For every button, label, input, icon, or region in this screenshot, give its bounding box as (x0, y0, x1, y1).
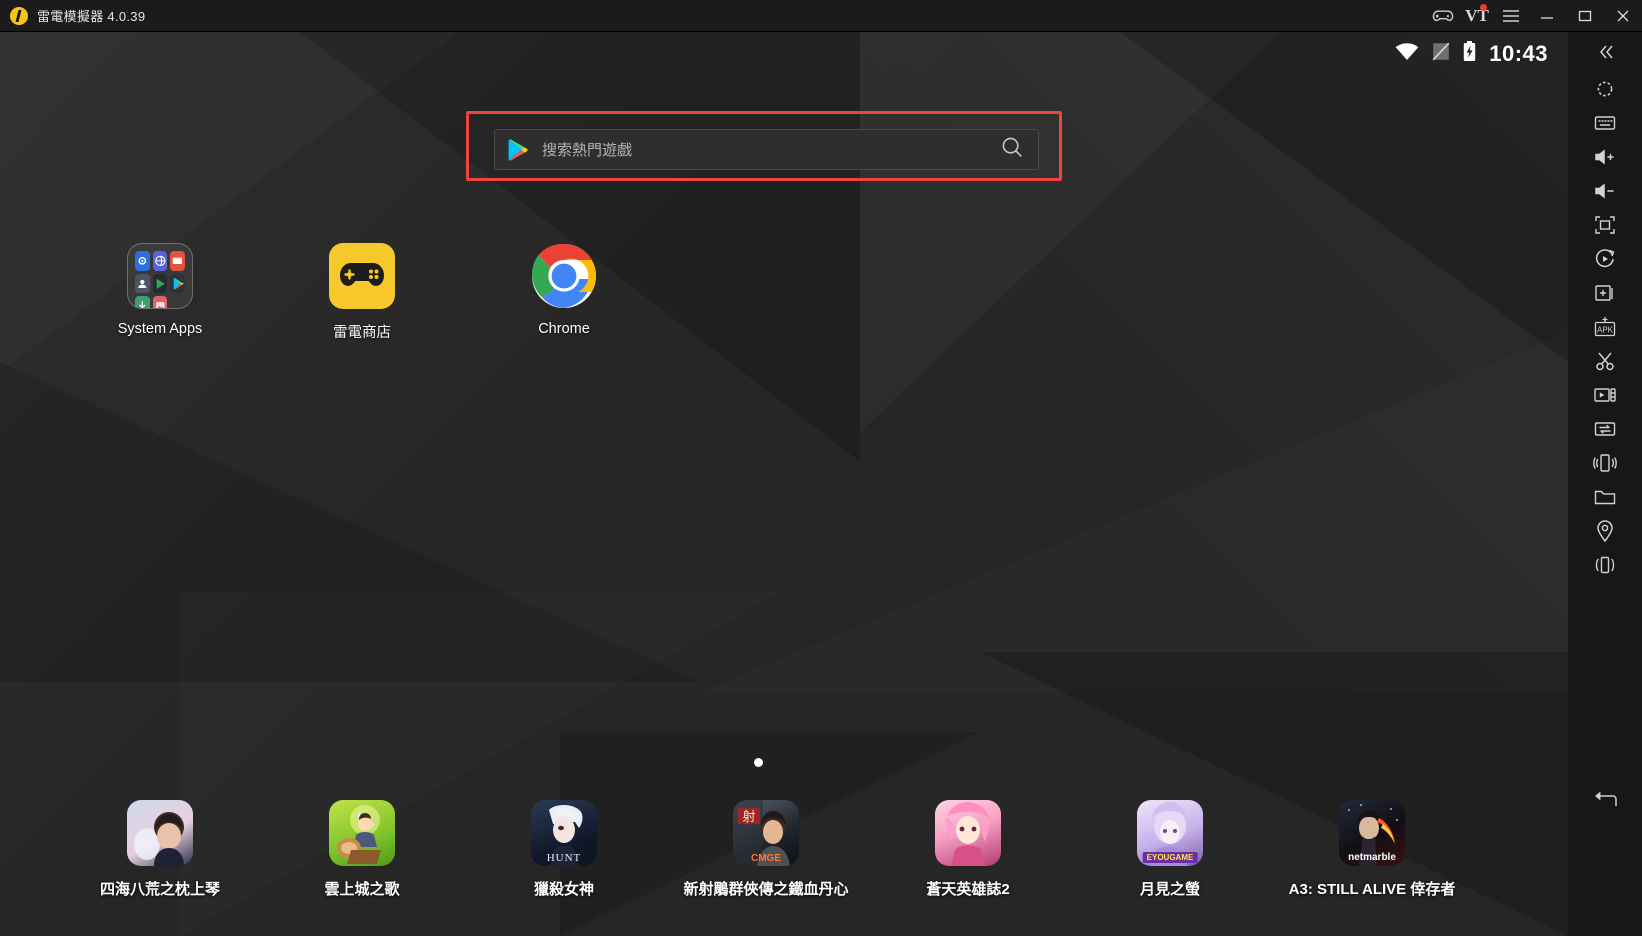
rotate-screen-icon[interactable] (1568, 548, 1642, 582)
window-title: 雷電模擬器 4.0.39 (37, 6, 145, 25)
play-games-icon (153, 274, 168, 294)
collapse-sidebar-icon[interactable] (1568, 32, 1642, 72)
dock-app-sihai[interactable]: 四海八荒之枕上琴 (55, 800, 265, 899)
screenshot-scissors-icon[interactable] (1568, 344, 1642, 378)
game-icon-sihai (127, 800, 193, 866)
shared-folder-icon[interactable] (1568, 480, 1642, 514)
svg-text:射: 射 (742, 809, 755, 824)
emulator-screen[interactable]: 10:43 搜索熱門遊戲 (0, 32, 1568, 936)
ldplayer-window: 雷電模擬器 4.0.39 VT (0, 0, 1642, 936)
chrome-icon (531, 243, 597, 309)
google-play-icon (508, 139, 528, 161)
fullscreen-icon[interactable] (1568, 208, 1642, 242)
wallpaper-facet (700, 332, 1568, 692)
gallery-card-icon (170, 251, 185, 271)
home-app-chrome[interactable]: Chrome (499, 243, 629, 337)
minimize-button[interactable] (1528, 0, 1566, 32)
dock-app-label: 新射鵰群俠傳之鐵血丹心 (661, 878, 871, 899)
game-icon-a3: netmarble (1339, 800, 1405, 866)
dock-row: 四海八荒之枕上琴 雲上城之歌 (0, 800, 1568, 910)
dock-app-label: 月見之螢 (1065, 878, 1275, 899)
downloads-icon (135, 296, 150, 309)
dock-app-label: 雲上城之歌 (257, 878, 467, 899)
game-icon-cangtian (935, 800, 1001, 866)
home-app-label: System Apps (95, 321, 225, 337)
settings-gear-icon[interactable] (1568, 72, 1642, 106)
game-icon-hunt: HUNT (531, 800, 597, 866)
dock-app-a3[interactable]: netmarble A3: STILL ALIVE 倖存者 (1267, 800, 1477, 899)
game-icon-yuejian: EYOUGAME (1137, 800, 1203, 866)
keyboard-icon[interactable] (1568, 106, 1642, 140)
volume-down-icon[interactable] (1568, 174, 1642, 208)
dock-app-shediao[interactable]: 射 CMGE 新射鵰群俠傳之鐵血丹心 (661, 800, 871, 899)
ldstore-gamepad-icon (329, 243, 395, 309)
search-input-placeholder[interactable]: 搜索熱門遊戲 (542, 139, 632, 160)
dock-app-yuejian[interactable]: EYOUGAME 月見之螢 (1065, 800, 1275, 899)
photos-icon (153, 296, 168, 309)
search-icon[interactable] (1001, 136, 1023, 163)
emulator-sidebar: APK (1568, 32, 1642, 936)
settings-gear-icon (135, 251, 150, 271)
dock-app-yunshang[interactable]: 雲上城之歌 (257, 800, 467, 899)
play-search-bar[interactable]: 搜索熱門遊戲 (494, 129, 1039, 170)
search-widget-highlight: 搜索熱門遊戲 (466, 111, 1062, 181)
volume-up-icon[interactable] (1568, 140, 1642, 174)
screen-record-icon[interactable] (1568, 378, 1642, 412)
game-icon-yunshang (329, 800, 395, 866)
vt-badge-icon[interactable]: VT (1460, 0, 1494, 32)
install-apk-icon[interactable]: APK (1568, 310, 1642, 344)
dock-app-label: 蒼天英雄誌2 (863, 878, 1073, 899)
wallpaper-facet (1120, 32, 1568, 362)
title-bar-controls: VT (1426, 0, 1642, 32)
android-status-bar: 10:43 (1395, 32, 1568, 76)
game-badge: EYOUGAME (1143, 852, 1198, 863)
wifi-icon (1395, 43, 1419, 66)
add-window-icon[interactable] (1568, 276, 1642, 310)
dock-app-cangtian[interactable]: 蒼天英雄誌2 (863, 800, 1073, 899)
vt-notification-dot (1480, 4, 1487, 11)
game-badge: CMGE (733, 853, 799, 864)
back-arrow-icon[interactable] (1568, 782, 1642, 816)
system-apps-folder-icon (127, 243, 193, 309)
shake-device-icon[interactable] (1568, 446, 1642, 480)
game-badge: HUNT (531, 852, 597, 864)
status-bar-clock: 10:43 (1489, 41, 1548, 67)
maximize-button[interactable] (1566, 0, 1604, 32)
play-store-icon (170, 274, 185, 294)
dock-app-label: 獵殺女神 (459, 878, 669, 899)
home-app-system-apps[interactable]: System Apps (95, 243, 225, 337)
window-title-bar: 雷電模擬器 4.0.39 VT (0, 0, 1642, 32)
ldplayer-logo-icon (10, 7, 28, 25)
empty-slot-icon (170, 296, 185, 309)
dock-app-hunt[interactable]: HUNT 獵殺女神 (459, 800, 669, 899)
home-app-label: Chrome (499, 321, 629, 337)
file-transfer-icon[interactable] (1568, 412, 1642, 446)
dock-app-label: 四海八荒之枕上琴 (55, 878, 265, 899)
no-sim-icon (1432, 42, 1450, 66)
home-app-label: 雷電商店 (297, 321, 427, 342)
svg-text:APK: APK (1597, 325, 1614, 334)
rotate-play-icon[interactable] (1568, 242, 1642, 276)
close-button[interactable] (1604, 0, 1642, 32)
location-pin-icon[interactable] (1568, 514, 1642, 548)
dock-app-label: A3: STILL ALIVE 倖存者 (1267, 878, 1477, 899)
game-badge: netmarble (1339, 852, 1405, 863)
gamepad-icon[interactable] (1426, 0, 1460, 32)
contacts-person-icon (135, 274, 150, 294)
battery-charging-icon (1463, 41, 1476, 67)
page-indicator-dot[interactable] (754, 758, 763, 767)
hamburger-menu-icon[interactable] (1494, 0, 1528, 32)
browser-globe-icon (153, 251, 168, 271)
game-icon-shediao: 射 CMGE (733, 800, 799, 866)
home-app-ldstore[interactable]: 雷電商店 (297, 243, 427, 342)
